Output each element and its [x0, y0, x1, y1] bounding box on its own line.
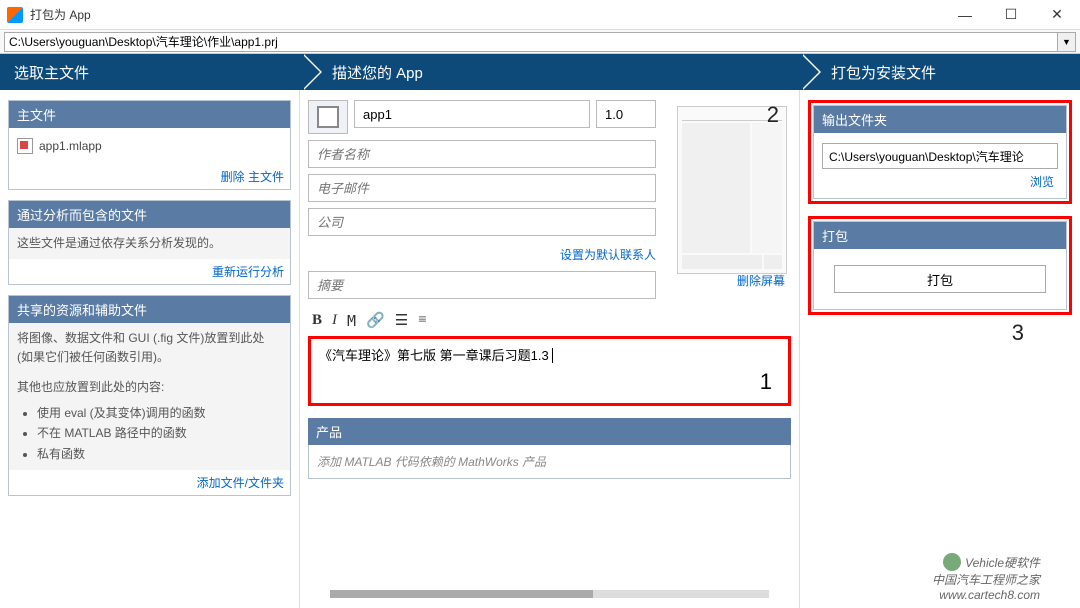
add-files-link[interactable]: 添加文件/文件夹 — [197, 476, 284, 490]
project-path-input[interactable] — [4, 32, 1058, 52]
output-folder-input[interactable] — [822, 143, 1058, 169]
products-placeholder[interactable]: 添加 MATLAB 代码依赖的 MathWorks 产品 — [308, 445, 791, 479]
description-input[interactable]: 《汽车理论》第七版 第一章课后习题1.3 1 — [308, 336, 791, 406]
included-files-panel: 通过分析而包含的文件 这些文件是通过依存关系分析发现的。 重新运行分析 — [8, 200, 291, 285]
path-dropdown-button[interactable]: ▼ — [1058, 32, 1076, 52]
app-icon-picker[interactable] — [308, 100, 348, 134]
watermark: Vehicle硬软件 中国汽车工程师之家 www.cartech8.com — [932, 553, 1040, 602]
annotation-1: 1 — [760, 369, 772, 395]
step-package[interactable]: 打包为安装文件 — [801, 54, 1080, 90]
titlebar: 打包为 App — ☐ ✕ — [0, 0, 1080, 30]
email-input[interactable] — [308, 174, 656, 202]
watermark-line3: www.cartech8.com — [932, 588, 1040, 602]
window-title: 打包为 App — [30, 6, 942, 23]
column-main-files: 主文件 app1.mlapp 删除 主文件 通过分析而包含的文件 这些文件是通过… — [0, 90, 300, 608]
bullet-path: 不在 MATLAB 路径中的函数 — [37, 423, 282, 443]
shared-text-2: 其他也应放置到此处的内容: — [17, 378, 282, 397]
close-button[interactable]: ✕ — [1034, 0, 1080, 30]
horizontal-scrollbar[interactable] — [330, 590, 769, 598]
wechat-icon — [943, 553, 961, 571]
step-describe-app[interactable]: 描述您的 App — [302, 54, 801, 90]
summary-input[interactable] — [308, 271, 656, 299]
shared-resources-header: 共享的资源和辅助文件 — [9, 296, 290, 323]
shared-text-1: 将图像、数据文件和 GUI (.fig 文件)放置到此处 (如果它们被任何函数引… — [17, 329, 282, 367]
watermark-line1: Vehicle硬软件 — [965, 554, 1040, 571]
screenshot-thumbnail[interactable] — [677, 106, 787, 274]
package-header: 打包 — [814, 222, 1066, 249]
main-file-row[interactable]: app1.mlapp — [17, 134, 282, 158]
package-highlight: 打包 打包 — [808, 216, 1072, 315]
description-toolbar: B I M 🔗 ☰ ≡ — [308, 305, 791, 336]
bullet-list-button[interactable]: ☰ — [395, 311, 408, 330]
mlapp-file-icon — [17, 138, 33, 154]
app-name-input[interactable] — [354, 100, 590, 128]
delete-screenshot-link[interactable]: 删除屏幕 — [737, 274, 785, 288]
maximize-button[interactable]: ☐ — [988, 0, 1034, 30]
company-input[interactable] — [308, 208, 656, 236]
path-bar: ▼ — [0, 30, 1080, 54]
main-file-header: 主文件 — [9, 101, 290, 128]
mono-button[interactable]: M — [347, 312, 356, 330]
author-name-input[interactable] — [308, 140, 656, 168]
number-list-button[interactable]: ≡ — [418, 312, 426, 329]
app-version-input[interactable] — [596, 100, 656, 128]
set-default-contact-link[interactable]: 设置为默认联系人 — [560, 248, 656, 262]
column-package: 输出文件夹 浏览 打包 打包 3 — [800, 90, 1080, 608]
rerun-analysis-link[interactable]: 重新运行分析 — [212, 265, 284, 279]
italic-button[interactable]: I — [332, 312, 337, 329]
step-header: 选取主文件 描述您的 App 打包为安装文件 — [0, 54, 1080, 90]
column-describe: 设置为默认联系人 删除屏幕 2 B I M 🔗 ☰ ≡ 《汽车理论》第七版 第一… — [300, 90, 800, 608]
watermark-line2: 中国汽车工程师之家 — [932, 571, 1040, 588]
output-folder-highlight: 输出文件夹 浏览 — [808, 100, 1072, 204]
step-select-main[interactable]: 选取主文件 — [0, 54, 302, 90]
annotation-3: 3 — [1012, 320, 1024, 346]
bold-button[interactable]: B — [312, 312, 322, 329]
bullet-eval: 使用 eval (及其变体)调用的函数 — [37, 403, 282, 423]
delete-main-file-link[interactable]: 删除 主文件 — [221, 170, 284, 184]
included-files-header: 通过分析而包含的文件 — [9, 201, 290, 228]
products-header: 产品 — [308, 418, 791, 445]
minimize-button[interactable]: — — [942, 0, 988, 30]
main-file-name: app1.mlapp — [39, 139, 102, 153]
bullet-private: 私有函数 — [37, 444, 282, 464]
included-files-text: 这些文件是通过依存关系分析发现的。 — [17, 234, 282, 253]
browse-link[interactable]: 浏览 — [1030, 175, 1054, 189]
annotation-2: 2 — [767, 102, 779, 128]
shared-resources-panel: 共享的资源和辅助文件 将图像、数据文件和 GUI (.fig 文件)放置到此处 … — [8, 295, 291, 496]
link-button[interactable]: 🔗 — [366, 311, 385, 330]
description-text: 《汽车理论》第七版 第一章课后习题1.3 — [319, 348, 549, 363]
output-folder-header: 输出文件夹 — [814, 106, 1066, 133]
matlab-icon — [7, 7, 23, 23]
package-button[interactable]: 打包 — [834, 265, 1046, 293]
main-file-panel: 主文件 app1.mlapp 删除 主文件 — [8, 100, 291, 190]
